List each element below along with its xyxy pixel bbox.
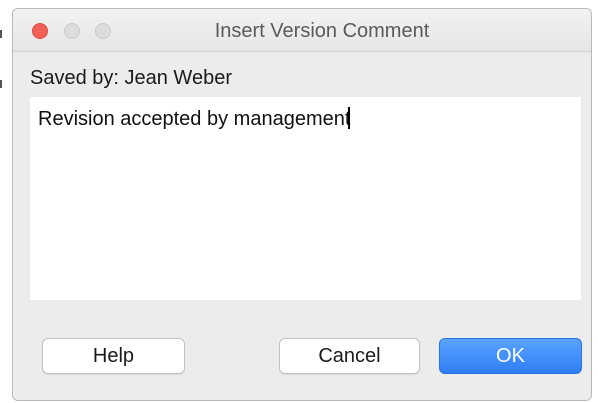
help-button[interactable]: Help <box>42 338 185 374</box>
insert-version-comment-dialog: Insert Version Comment Saved by: Jean We… <box>12 8 592 401</box>
title-bar[interactable]: Insert Version Comment <box>13 9 591 52</box>
screen: Insert Version Comment Saved by: Jean We… <box>0 0 598 403</box>
version-comment-textarea[interactable]: Revision accepted by management <box>30 97 581 300</box>
background-edge-mark <box>0 30 2 38</box>
saved-by-label: Saved by: Jean Weber <box>30 67 232 89</box>
dialog-title: Insert Version Comment <box>214 20 430 42</box>
text-cursor <box>348 107 351 129</box>
ok-button[interactable]: OK <box>439 338 582 374</box>
background-edge-mark <box>0 80 2 88</box>
cancel-button[interactable]: Cancel <box>279 338 420 374</box>
comment-text: Revision accepted by management <box>38 108 351 130</box>
